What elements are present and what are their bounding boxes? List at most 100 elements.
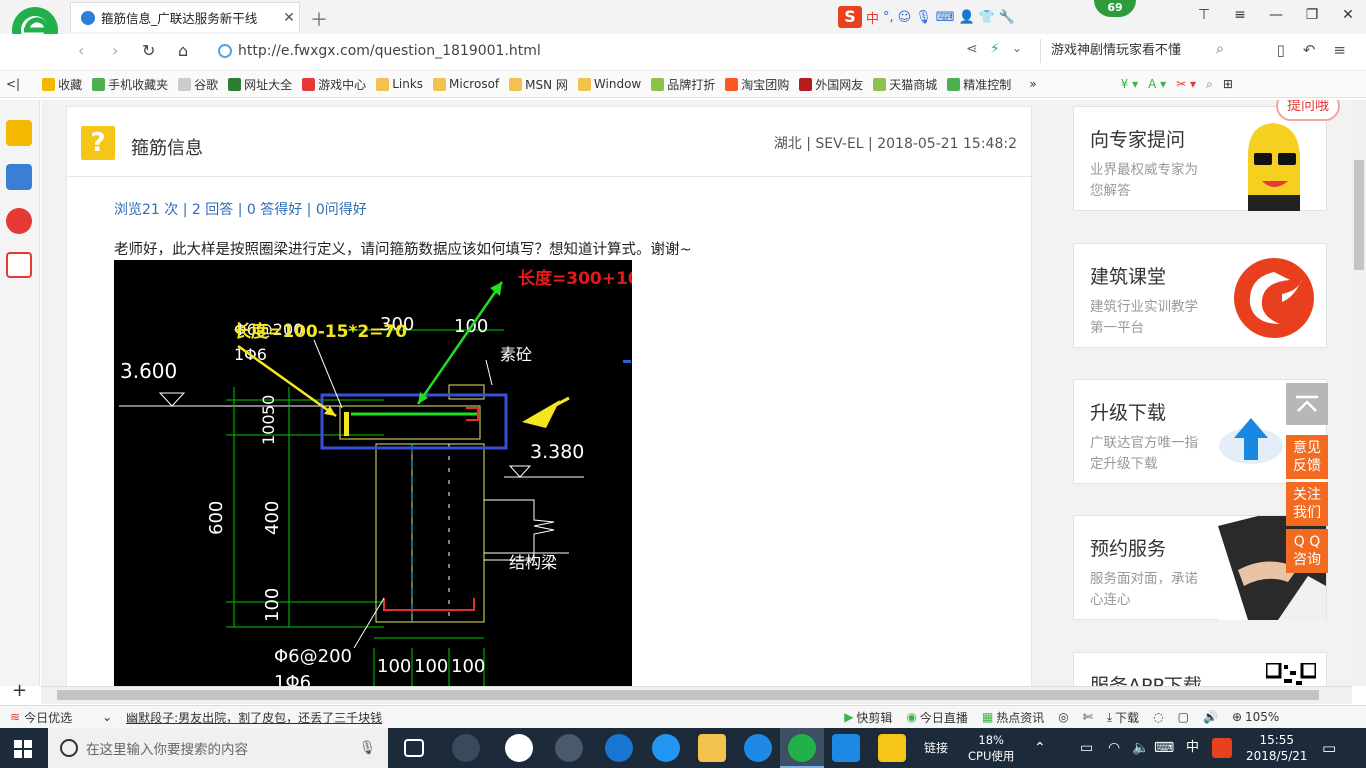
- clear-icon[interactable]: ◌: [1153, 710, 1163, 724]
- undo-icon[interactable]: ↶: [1303, 41, 1316, 59]
- vertical-scrollbar[interactable]: [1352, 100, 1366, 686]
- notification-icon[interactable]: ▭: [1322, 728, 1336, 768]
- wifi-icon[interactable]: ◠: [1108, 728, 1120, 768]
- bookmark-item[interactable]: 精准控制: [947, 76, 1011, 93]
- collapse-icon[interactable]: <|: [6, 77, 20, 91]
- ask-tag[interactable]: 提问哦: [1276, 100, 1340, 121]
- app-download-card[interactable]: 服务APP下载: [1073, 652, 1327, 686]
- punct-icon[interactable]: °,: [883, 10, 894, 25]
- phone-icon[interactable]: ▯: [1277, 41, 1285, 59]
- tools-icon[interactable]: ✄: [1083, 710, 1093, 724]
- windows-start-icon[interactable]: [14, 740, 32, 758]
- mic-icon[interactable]: 🎙: [359, 740, 376, 756]
- forward-icon[interactable]: ›: [112, 41, 118, 60]
- url-field[interactable]: http://e.fwxgx.com/question_1819001.html: [218, 39, 958, 63]
- menu-icon[interactable]: ≡: [1222, 0, 1258, 30]
- speed-icon[interactable]: ⚡: [990, 41, 1000, 57]
- bookmark-item[interactable]: Microsof: [433, 77, 499, 91]
- grid-icon[interactable]: ⊞: [1223, 77, 1233, 91]
- emoji-icon[interactable]: ☺: [898, 10, 912, 25]
- bookmark-item[interactable]: Links: [376, 77, 423, 91]
- kuaijianji-item[interactable]: ▶ 快剪辑: [844, 709, 892, 726]
- news-ticker[interactable]: 幽默段子:男友出院，割了皮包，还丢了三千块钱: [126, 709, 382, 726]
- window-icon[interactable]: ▢: [1178, 710, 1189, 724]
- sogou-ime-icon[interactable]: S: [838, 6, 862, 28]
- translate-icon[interactable]: A ▾: [1148, 77, 1166, 91]
- url-text[interactable]: http://e.fwxgx.com/question_1819001.html: [238, 43, 541, 59]
- battery-icon[interactable]: ▭: [1080, 728, 1093, 768]
- file-explorer-icon[interactable]: [698, 734, 726, 762]
- sogou-tray-icon[interactable]: [1212, 738, 1232, 758]
- search-icon[interactable]: ⌕: [1216, 41, 1224, 57]
- reading-list-icon[interactable]: [6, 164, 32, 190]
- search-input[interactable]: 游戏神剧情玩家看不懂: [1040, 39, 1240, 63]
- bookmark-item[interactable]: 谷歌: [178, 76, 218, 93]
- ie-icon[interactable]: [652, 734, 680, 762]
- share-icon[interactable]: ⋖: [966, 41, 978, 57]
- back-icon[interactable]: ‹: [78, 41, 84, 60]
- app-swirl-icon[interactable]: [555, 734, 583, 762]
- restore-icon[interactable]: ❐: [1294, 0, 1330, 30]
- favorites-icon[interactable]: [6, 120, 32, 146]
- dropdown-icon[interactable]: ⌄: [1012, 41, 1022, 55]
- wallet-icon[interactable]: ¥ ▾: [1121, 77, 1138, 91]
- new-tab-icon[interactable]: ＋: [310, 6, 328, 32]
- clock[interactable]: 15:55 2018/5/21: [1246, 732, 1308, 764]
- question-stats[interactable]: 浏览21 次 | 2 回答 | 0 答得好 | 0问得好: [114, 199, 367, 219]
- bookmark-item[interactable]: 游戏中心: [302, 76, 366, 93]
- notepad-icon[interactable]: [878, 734, 906, 762]
- bookmark-item[interactable]: 手机收藏夹: [92, 76, 168, 93]
- active-app-slot[interactable]: [780, 728, 824, 768]
- classroom-card[interactable]: 建筑课堂 建筑行业实训教学第一平台: [1073, 243, 1327, 348]
- user-icon[interactable]: 👤: [959, 10, 975, 25]
- badge-count[interactable]: 69: [1094, 0, 1136, 17]
- browser-e-icon[interactable]: [505, 734, 533, 762]
- bookmark-item[interactable]: 收藏: [42, 76, 82, 93]
- taskbar-search[interactable]: 在这里输入你要搜索的内容 🎙: [48, 728, 388, 768]
- scroll-thumb[interactable]: [1354, 160, 1364, 270]
- horizontal-scrollbar[interactable]: [41, 686, 1352, 704]
- hot-news-item[interactable]: ▦ 热点资讯: [982, 709, 1044, 726]
- zoom-item[interactable]: ⊕ 105%: [1232, 710, 1279, 724]
- feedback-button[interactable]: 意见反馈: [1286, 435, 1328, 479]
- link-label[interactable]: 链接: [924, 728, 948, 768]
- wrench-icon[interactable]: 🔧: [999, 10, 1015, 25]
- keyboard-tray-icon[interactable]: ⌨: [1154, 728, 1174, 768]
- find-icon[interactable]: ⌕: [1206, 77, 1213, 92]
- mic-icon[interactable]: 🎙: [915, 10, 932, 25]
- bookmark-item[interactable]: 网址大全: [228, 76, 292, 93]
- active-tab[interactable]: 箍筋信息_广联达服务新干线 ✕: [70, 2, 300, 32]
- bookmark-item[interactable]: 淘宝团购: [725, 76, 789, 93]
- bookmark-item[interactable]: 外国网友: [799, 76, 863, 93]
- weibo-icon[interactable]: [6, 208, 32, 234]
- more-icon[interactable]: ≡: [1333, 41, 1346, 59]
- close-window-icon[interactable]: ✕: [1330, 0, 1366, 30]
- app-plus-icon[interactable]: [832, 734, 860, 762]
- mail-icon[interactable]: [6, 252, 32, 278]
- volume-icon[interactable]: 🔊: [1203, 710, 1218, 724]
- app-pinwheel-icon[interactable]: [452, 734, 480, 762]
- shirt-skin-icon[interactable]: ⊤: [1186, 0, 1222, 30]
- download-item[interactable]: ⤓ 下载: [1107, 709, 1139, 726]
- news-chevron-icon[interactable]: ⌄: [102, 710, 112, 724]
- home-icon[interactable]: ⌂: [178, 41, 188, 60]
- task-view-icon[interactable]: [404, 739, 424, 757]
- bookmark-item[interactable]: MSN 网: [509, 76, 568, 93]
- minimize-icon[interactable]: —: [1258, 0, 1294, 30]
- bookmark-item[interactable]: 天猫商城: [873, 76, 937, 93]
- ask-expert-card[interactable]: 向专家提问 业界最权威专家为您解答 提问哦: [1073, 100, 1340, 211]
- keyboard-icon[interactable]: ⌨: [936, 10, 955, 25]
- refresh-icon[interactable]: ↻: [142, 41, 155, 60]
- ime-mode[interactable]: 中: [866, 8, 879, 27]
- scroll-thumb[interactable]: [57, 690, 1319, 700]
- app-g-icon[interactable]: [744, 734, 772, 762]
- ime-tray[interactable]: 中: [1186, 728, 1199, 768]
- back-to-top-button[interactable]: [1286, 383, 1328, 425]
- bookmark-item[interactable]: 品牌打折: [651, 76, 715, 93]
- more-bookmarks-icon[interactable]: »: [1029, 77, 1036, 91]
- cpu-meter[interactable]: 18% CPU使用: [968, 732, 1014, 764]
- edge-icon[interactable]: [605, 734, 633, 762]
- tray-expand-icon[interactable]: ⌃: [1034, 728, 1046, 768]
- close-tab-icon[interactable]: ✕: [279, 10, 299, 26]
- add-icon[interactable]: +: [12, 680, 27, 701]
